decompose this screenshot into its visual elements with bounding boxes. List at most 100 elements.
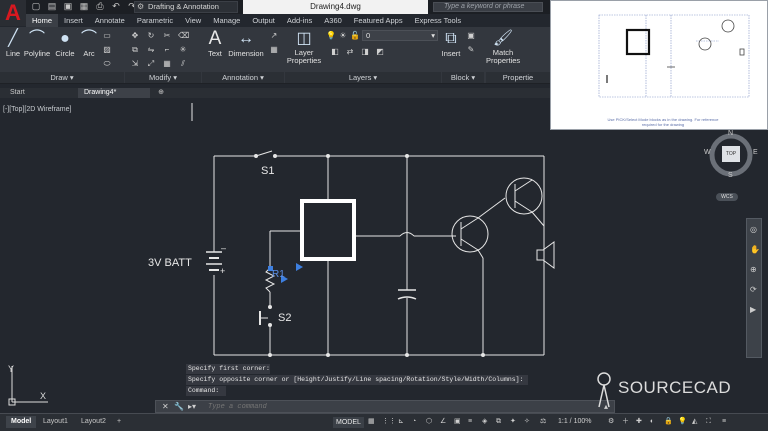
annotation-monitor-icon[interactable]: ＋	[622, 417, 629, 427]
tab-model[interactable]: Model	[6, 416, 37, 428]
tab-drawing4[interactable]: Drawing4*	[78, 88, 150, 98]
viewcube[interactable]: TOP N W E S	[704, 130, 758, 180]
workspace-switching-icon[interactable]: ⚙	[608, 417, 614, 427]
modify-panel-title[interactable]: Modify ▾	[125, 72, 201, 83]
navigation-bar[interactable]: ◎ ✋ ⊕ ⟳ ▶	[746, 218, 762, 358]
layer-lock-icon[interactable]: 🔓	[350, 31, 360, 40]
dimension-tool-button[interactable]: ↔ Dimension	[227, 29, 265, 58]
create-block-icon[interactable]: ▣	[466, 31, 476, 40]
save-icon[interactable]: ▣	[62, 1, 74, 12]
current-layer-dropdown[interactable]: 0 ▾	[362, 30, 438, 41]
layer-match-icon[interactable]: ⇄	[345, 47, 355, 56]
transparency-icon[interactable]: ◈	[482, 417, 487, 427]
plot-icon[interactable]: ⎙	[94, 1, 106, 12]
ribbon-tab-a360[interactable]: A360	[318, 14, 348, 27]
ribbon-tab-home[interactable]: Home	[26, 14, 59, 27]
showmotion-icon[interactable]: ▶	[750, 305, 756, 314]
grid-icon[interactable]: ▦	[368, 417, 375, 427]
multileader-icon[interactable]: ↗	[269, 31, 279, 40]
fillet-icon[interactable]: ⌐	[162, 45, 172, 54]
new-tab-button[interactable]: ⊕	[154, 88, 168, 98]
snap-icon[interactable]: ⋮⋮	[382, 417, 396, 427]
selection-cycling-icon[interactable]: ⧉	[496, 417, 501, 427]
array-icon[interactable]: ▦	[162, 59, 172, 68]
workspace-selector[interactable]: Drafting & Annotation	[134, 1, 238, 13]
hardware-acceleration-icon[interactable]: ◭	[692, 417, 697, 427]
stretch-icon[interactable]: ⇲	[130, 59, 140, 68]
wcs-menu-button[interactable]: WCS	[716, 193, 738, 201]
undo-icon[interactable]: ↶	[110, 1, 122, 12]
properties-panel-title[interactable]: Propertie	[486, 72, 550, 83]
layer-previous-icon[interactable]: ◨	[360, 47, 370, 56]
line-tool-button[interactable]: ╱ Line	[3, 29, 23, 58]
wrench-icon[interactable]: 🔧	[174, 402, 184, 411]
units-icon[interactable]: ✚	[636, 417, 642, 427]
arc-tool-button[interactable]: ⌒ Arc	[80, 29, 98, 58]
rectangle-icon[interactable]: ▭	[102, 31, 112, 40]
new-file-icon[interactable]: ▢	[30, 1, 42, 12]
tab-start[interactable]: Start	[4, 88, 31, 98]
orbit-icon[interactable]: ⟳	[750, 285, 757, 294]
compass-west[interactable]: W	[704, 149, 711, 156]
polyline-tool-button[interactable]: ⌒ Polyline	[23, 29, 51, 58]
ellipse-icon[interactable]: ⬭	[102, 59, 112, 68]
command-prompt-icon[interactable]: ▸▾	[188, 402, 196, 411]
ribbon-tab-insert[interactable]: Insert	[58, 14, 89, 27]
add-layout-button[interactable]: +	[112, 416, 126, 428]
close-icon[interactable]: ✕	[162, 402, 169, 411]
circle-tool-button[interactable]: ● Circle	[54, 29, 76, 58]
ribbon-tab-manage[interactable]: Manage	[207, 14, 246, 27]
explode-icon[interactable]: ✳	[178, 45, 188, 54]
draw-panel-title[interactable]: Draw ▾	[0, 72, 124, 83]
quick-properties-icon[interactable]: ◐	[650, 417, 654, 427]
layers-panel-title[interactable]: Layers ▾	[285, 72, 441, 83]
compass-south[interactable]: S	[728, 172, 733, 179]
layer-isolate-icon[interactable]: ◧	[330, 47, 340, 56]
viewcube-top-face[interactable]: TOP	[722, 146, 740, 162]
text-tool-button[interactable]: A Text	[205, 29, 225, 59]
search-field[interactable]: Type a keyword or phrase	[433, 2, 543, 12]
ribbon-tab-annotate[interactable]: Annotate	[89, 14, 131, 27]
ortho-icon[interactable]: ⊾	[398, 417, 404, 427]
pan-icon[interactable]: ✋	[750, 245, 760, 254]
annotation-visibility-icon[interactable]: ✦	[510, 417, 516, 427]
object-snap-icon[interactable]: ▣	[454, 417, 461, 427]
layer-off-icon[interactable]: ◩	[375, 47, 385, 56]
trim-icon[interactable]: ✂	[162, 31, 172, 40]
match-properties-button[interactable]: 🖌 Match Properties	[486, 29, 520, 65]
auto-scale-icon[interactable]: ✧	[524, 417, 530, 427]
hatch-icon[interactable]: ▨	[102, 45, 112, 54]
clean-screen-icon[interactable]: ⛶	[706, 417, 711, 427]
table-icon[interactable]: ▦	[269, 45, 279, 54]
model-space-toggle[interactable]: MODEL	[333, 417, 364, 428]
polar-tracking-icon[interactable]: ◔	[412, 417, 416, 427]
rotate-icon[interactable]: ↻	[146, 31, 156, 40]
layer-on-icon[interactable]: 💡	[326, 31, 336, 40]
ribbon-tab-parametric[interactable]: Parametric	[131, 14, 179, 27]
annotation-scale-value[interactable]: 1:1 / 100%	[558, 417, 591, 427]
customization-icon[interactable]: ≡	[722, 417, 726, 427]
zoom-icon[interactable]: ⊕	[750, 265, 757, 274]
annotation-scale-icon[interactable]: ⚖	[540, 417, 546, 427]
lineweight-icon[interactable]: ≡	[468, 417, 472, 427]
isometric-icon[interactable]: ⬡	[426, 417, 432, 427]
layer-properties-button[interactable]: ◫ Layer Properties	[286, 29, 322, 65]
save-as-icon[interactable]: ▦	[78, 1, 90, 12]
steering-wheel-icon[interactable]: ◎	[750, 225, 757, 234]
isolate-objects-icon[interactable]: 💡	[678, 417, 687, 427]
tab-layout2[interactable]: Layout2	[76, 416, 111, 428]
scale-icon[interactable]: ⤢	[146, 59, 156, 68]
command-input[interactable]	[208, 402, 588, 411]
edit-block-icon[interactable]: ✎	[466, 45, 476, 54]
offset-icon[interactable]: ⫽	[178, 59, 188, 68]
annotation-panel-title[interactable]: Annotation ▾	[202, 72, 284, 83]
ribbon-tab-addins[interactable]: Add-ins	[281, 14, 318, 27]
move-icon[interactable]: ✥	[130, 31, 140, 40]
lock-ui-icon[interactable]: 🔒	[664, 417, 673, 427]
tab-layout1[interactable]: Layout1	[38, 416, 73, 428]
erase-icon[interactable]: ⌫	[178, 31, 189, 40]
block-panel-title[interactable]: Block ▾	[442, 72, 484, 83]
compass-east[interactable]: E	[753, 149, 758, 156]
ribbon-tab-express-tools[interactable]: Express Tools	[409, 14, 468, 27]
layer-freeze-icon[interactable]: ☀	[338, 31, 348, 40]
